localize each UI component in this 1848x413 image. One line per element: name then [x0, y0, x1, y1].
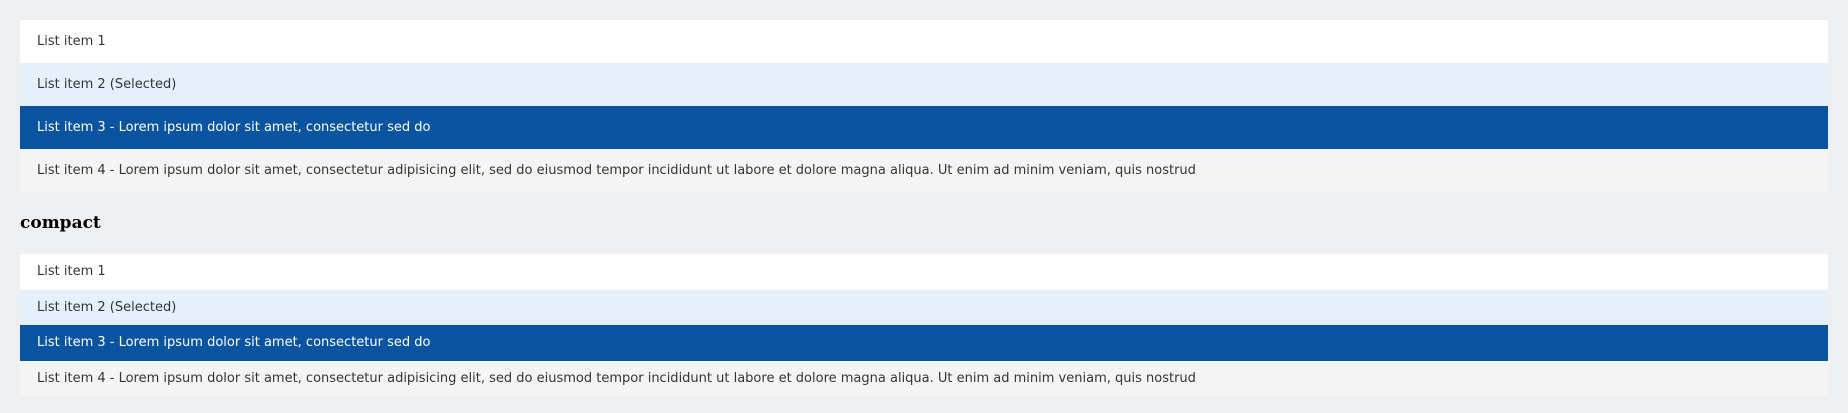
- list-item-active[interactable]: List item 3 - Lorem ipsum dolor sit amet…: [20, 325, 1828, 361]
- list-item-label: List item 4 - Lorem ipsum dolor sit amet…: [37, 370, 1196, 386]
- list-item-label: List item 2 (Selected): [37, 299, 177, 315]
- list-item-label: List item 1: [37, 34, 106, 49]
- list-item-label: List item 2 (Selected): [37, 77, 177, 92]
- list-item-label: List item 3 - Lorem ipsum dolor sit amet…: [37, 335, 431, 351]
- list-item-selected[interactable]: List item 2 (Selected): [20, 289, 1828, 325]
- list-item-label: List item 1: [37, 264, 106, 280]
- list-item[interactable]: List item 1: [20, 254, 1828, 290]
- standard-list: List item 1 List item 2 (Selected) List …: [20, 20, 1828, 192]
- list-item-active[interactable]: List item 3 - Lorem ipsum dolor sit amet…: [20, 106, 1828, 149]
- list-item[interactable]: List item 1: [20, 20, 1828, 63]
- list-item-hover[interactable]: List item 4 - Lorem ipsum dolor sit amet…: [20, 360, 1828, 396]
- list-item-selected[interactable]: List item 2 (Selected): [20, 63, 1828, 106]
- list-item-hover[interactable]: List item 4 - Lorem ipsum dolor sit amet…: [20, 149, 1828, 192]
- list-item-label: List item 3 - Lorem ipsum dolor sit amet…: [37, 120, 431, 135]
- section-title-compact: compact: [20, 213, 101, 233]
- compact-list: List item 1 List item 2 (Selected) List …: [20, 254, 1828, 396]
- list-item-label: List item 4 - Lorem ipsum dolor sit amet…: [37, 163, 1196, 178]
- page: List item 1 List item 2 (Selected) List …: [0, 0, 1848, 396]
